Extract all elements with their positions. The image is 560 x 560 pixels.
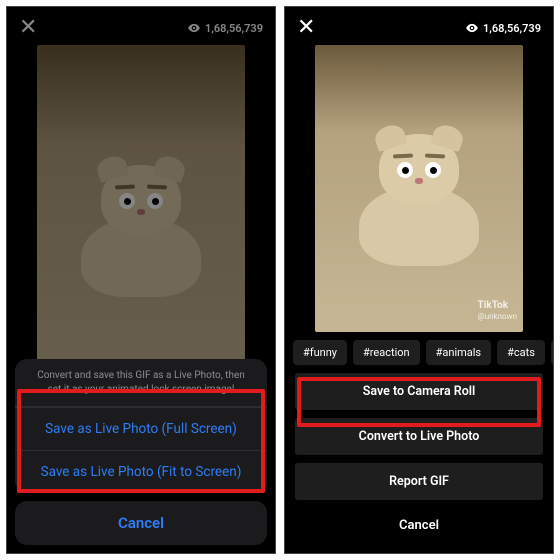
cancel-button[interactable]: Cancel	[15, 501, 267, 545]
gif-media[interactable]: TikTok @unknown	[315, 45, 523, 332]
phone-right: ✕ 1,68,56,739 TikTok @unknown #funny #re…	[284, 6, 554, 554]
topbar: ✕ 1,68,56,739	[285, 7, 553, 43]
tag-more[interactable]: #anim	[551, 340, 553, 365]
save-to-camera-roll-button[interactable]: Save to Camera Roll	[295, 373, 543, 410]
view-count-value: 1,68,56,739	[483, 22, 541, 35]
action-sheet: Convert and save this GIF as a Live Phot…	[15, 359, 267, 545]
tag-cats[interactable]: #cats	[497, 340, 545, 365]
tiktok-watermark: TikTok @unknown	[478, 300, 517, 322]
convert-to-live-photo-button[interactable]: Convert to Live Photo	[295, 418, 543, 455]
cancel-button[interactable]: Cancel	[295, 508, 543, 543]
eye-icon	[465, 21, 479, 35]
cat-image	[359, 134, 479, 254]
save-live-photo-full-button[interactable]: Save as Live Photo (Full Screen)	[15, 407, 267, 450]
actions-list: Save to Camera Roll Convert to Live Phot…	[285, 373, 553, 553]
tag-animals[interactable]: #animals	[426, 340, 492, 365]
tag-funny[interactable]: #funny	[293, 340, 347, 365]
close-button[interactable]: ✕	[297, 17, 315, 39]
tag-reaction[interactable]: #reaction	[353, 340, 420, 365]
tag-row[interactable]: #funny #reaction #animals #cats #anim	[285, 332, 553, 373]
save-live-photo-fit-button[interactable]: Save as Live Photo (Fit to Screen)	[15, 450, 267, 493]
view-count: 1,68,56,739	[465, 21, 541, 35]
sheet-description: Convert and save this GIF as a Live Phot…	[15, 359, 267, 407]
phone-left: ✕ 1,68,56,739 TikTok @unknown	[6, 6, 276, 554]
report-gif-button[interactable]: Report GIF	[295, 463, 543, 500]
sheet-card: Convert and save this GIF as a Live Phot…	[15, 359, 267, 493]
